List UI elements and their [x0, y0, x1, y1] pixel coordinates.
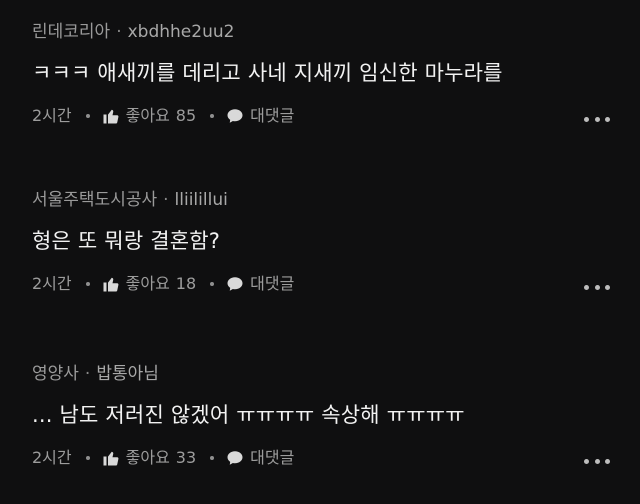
comment-text: ... 남도 저러진 않겠어 ㅠㅠㅠㅠ 속상해 ㅠㅠㅠㅠ [32, 403, 465, 427]
thumbs-up-icon [103, 451, 119, 466]
comment-item: 린데코리아 · xbdhhe2uu2 ㅋㅋㅋ 애새끼를 데리고 사네 지새끼 임신한… [0, 12, 640, 162]
separator-dot: · [163, 190, 169, 210]
reply-button[interactable]: 대댓글 [226, 446, 294, 470]
author-handle[interactable]: xbdhhe2uu2 [128, 22, 235, 42]
comment-text: ㅋㅋㅋ 애새끼를 데리고 사네 지새끼 임신한 마누라를 [32, 61, 503, 85]
comment-time: 2시간 [32, 448, 72, 467]
comment-time: 2시간 [32, 106, 72, 125]
separator-dot [210, 114, 215, 118]
comment-meta: 서울주택도시공사 · lliilillui [32, 188, 228, 212]
more-dot [605, 458, 610, 464]
comment-time: 2시간 [32, 274, 72, 293]
thumbs-up-icon [103, 109, 119, 124]
more-dots-icon [584, 116, 589, 122]
comment-item: 서울주택도시공사 · lliilillui 형은 또 뭐랑 결혼함? 2시간 좋아요… [0, 180, 640, 330]
speech-bubble-icon [227, 451, 243, 465]
more-dot [594, 116, 600, 122]
comment-item: 영양사 · 밥통아님 ... 남도 저러진 않겠어 ㅠㅠㅠㅠ 속상해 ㅠㅠㅠㅠ 2시… [0, 354, 640, 504]
author-name[interactable]: 서울주택도시공사 [32, 190, 157, 210]
author-name[interactable]: 린데코리아 [32, 22, 110, 42]
author-name[interactable]: 영양사 [32, 364, 79, 384]
like-button[interactable]: 좋아요 18 [102, 272, 197, 296]
separator-dot [85, 114, 90, 118]
separator-dot: · [84, 364, 91, 384]
author-handle[interactable]: 밥통아님 [96, 364, 159, 384]
reply-label: 대댓글 [250, 106, 295, 125]
speech-bubble-icon [227, 277, 243, 291]
more-dot [594, 458, 600, 464]
like-label: 좋아요 [125, 106, 170, 125]
separator-dot [85, 456, 90, 460]
comment-actions: 2시간 좋아요 18 대댓글 [32, 272, 294, 296]
more-dot [605, 116, 610, 122]
like-label: 좋아요 [125, 448, 170, 467]
separator-dot: · [116, 22, 122, 42]
like-label: 좋아요 [125, 274, 170, 293]
author-handle[interactable]: lliilillui [175, 190, 228, 210]
like-count: 33 [175, 448, 197, 467]
like-button[interactable]: 좋아요 85 [102, 104, 197, 128]
more-dots-icon [584, 284, 589, 290]
reply-button[interactable]: 대댓글 [226, 272, 294, 296]
reply-label: 대댓글 [250, 448, 295, 467]
reply-button[interactable]: 대댓글 [226, 104, 294, 128]
comment-meta: 영양사 · 밥통아님 [32, 362, 159, 386]
like-count: 18 [175, 274, 197, 293]
speech-bubble-icon [227, 109, 243, 123]
separator-dot [210, 282, 215, 286]
comment-actions: 2시간 좋아요 85 대댓글 [32, 104, 294, 128]
more-options-button[interactable] [584, 282, 610, 292]
comment-text: 형은 또 뭐랑 결혼함? [32, 229, 221, 253]
comment-actions: 2시간 좋아요 33 대댓글 [32, 446, 294, 470]
more-dot [594, 284, 600, 290]
more-options-button[interactable] [584, 456, 610, 466]
thumbs-up-icon [103, 277, 119, 292]
like-count: 85 [175, 106, 197, 125]
comment-meta: 린데코리아 · xbdhhe2uu2 [32, 20, 234, 44]
more-options-button[interactable] [584, 114, 610, 124]
separator-dot [85, 282, 90, 286]
reply-label: 대댓글 [250, 274, 295, 293]
like-button[interactable]: 좋아요 33 [102, 446, 197, 470]
more-dot [605, 284, 610, 290]
separator-dot [210, 456, 215, 460]
more-dots-icon [584, 458, 589, 464]
